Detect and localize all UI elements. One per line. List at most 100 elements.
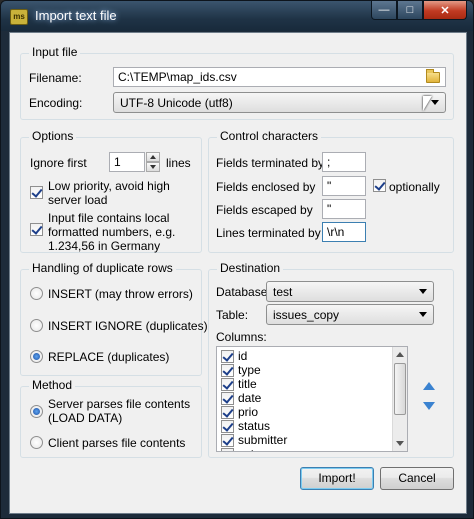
cancel-button[interactable]: Cancel bbox=[380, 467, 454, 490]
control-characters-legend: Control characters bbox=[217, 129, 322, 143]
fields-enclosed-label: Fields enclosed by bbox=[216, 180, 316, 194]
window-title: Import text file bbox=[35, 8, 117, 23]
maximize-button[interactable]: □ bbox=[397, 1, 423, 20]
ignore-first-label: Ignore first bbox=[30, 156, 87, 170]
insert-radio[interactable] bbox=[30, 287, 43, 300]
lines-label: lines bbox=[166, 156, 191, 170]
title-bar: ms Import text file — □ ✕ bbox=[1, 1, 473, 31]
list-item[interactable]: submitter bbox=[221, 433, 287, 447]
list-item[interactable]: type bbox=[221, 363, 261, 377]
list-item[interactable]: title bbox=[221, 377, 257, 391]
server-parses-radio[interactable] bbox=[30, 405, 43, 418]
column-checkbox[interactable] bbox=[221, 405, 234, 419]
local-numbers-checkbox[interactable] bbox=[30, 223, 43, 236]
lines-terminated-input[interactable]: \r\n bbox=[322, 222, 366, 242]
columns-list[interactable]: id type title date prio status submitter bbox=[216, 346, 408, 452]
column-label: date bbox=[238, 391, 262, 405]
folder-open-icon[interactable] bbox=[426, 69, 440, 83]
optionally-checkbox[interactable] bbox=[373, 179, 386, 192]
column-label: status bbox=[238, 419, 271, 433]
list-item[interactable]: prio bbox=[221, 405, 258, 419]
columns-label: Columns: bbox=[216, 330, 267, 344]
ignore-first-spinner[interactable] bbox=[146, 152, 160, 172]
client-parses-label: Client parses file contents bbox=[48, 436, 186, 450]
database-select[interactable]: test bbox=[266, 281, 434, 302]
input-file-group: Input file Filename: C:\TEMP\map_ids.csv… bbox=[20, 45, 454, 120]
filename-input[interactable]: C:\TEMP\map_ids.csv bbox=[113, 67, 446, 87]
list-item[interactable]: status bbox=[221, 419, 270, 433]
list-item[interactable]: id bbox=[221, 349, 247, 363]
encoding-label: Encoding: bbox=[29, 96, 83, 110]
spin-up-icon[interactable] bbox=[146, 152, 160, 162]
fields-terminated-label: Fields terminated by bbox=[216, 156, 325, 170]
options-group: Options Ignore first 1 lines Low priorit… bbox=[20, 129, 202, 253]
low-priority-checkbox[interactable] bbox=[30, 186, 43, 199]
server-parses-label-1: Server parses file contents bbox=[48, 397, 191, 411]
low-priority-label-2: server load bbox=[48, 193, 108, 207]
column-checkbox[interactable] bbox=[221, 433, 234, 447]
scroll-up-icon[interactable] bbox=[396, 352, 404, 357]
server-parses-label-2: (LOAD DATA) bbox=[48, 411, 123, 425]
insert-ignore-label: INSERT IGNORE (duplicates) bbox=[48, 319, 208, 333]
fields-terminated-input[interactable]: ; bbox=[322, 152, 366, 172]
optionally-label: optionally bbox=[389, 180, 440, 194]
options-legend: Options bbox=[29, 129, 77, 143]
columns-scrollbar[interactable] bbox=[392, 347, 407, 451]
mouse-cursor-icon bbox=[423, 96, 432, 111]
insert-ignore-radio[interactable] bbox=[30, 319, 43, 332]
table-value: issues_copy bbox=[273, 308, 340, 322]
destination-legend: Destination bbox=[217, 261, 284, 275]
ignore-first-input[interactable]: 1 bbox=[109, 152, 145, 172]
minimize-icon: — bbox=[378, 4, 390, 16]
list-item[interactable]: date bbox=[221, 391, 261, 405]
column-checkbox[interactable] bbox=[221, 363, 234, 377]
insert-label: INSERT (may throw errors) bbox=[48, 287, 193, 301]
scroll-down-icon[interactable] bbox=[396, 441, 404, 446]
column-checkbox[interactable] bbox=[221, 419, 234, 433]
import-button[interactable]: Import! bbox=[300, 467, 374, 490]
replace-label: REPLACE (duplicates) bbox=[48, 350, 170, 364]
column-label: type bbox=[238, 363, 261, 377]
spin-down-icon[interactable] bbox=[146, 162, 160, 172]
chevron-down-icon bbox=[419, 312, 427, 317]
move-down-icon[interactable] bbox=[423, 402, 435, 410]
chevron-down-icon bbox=[419, 289, 427, 294]
move-up-icon[interactable] bbox=[423, 382, 435, 390]
column-label: submitter bbox=[238, 433, 288, 447]
replace-radio[interactable] bbox=[30, 350, 43, 363]
duplicate-rows-group: Handling of duplicate rows INSERT (may t… bbox=[20, 261, 208, 376]
minimize-button[interactable]: — bbox=[371, 1, 397, 20]
filename-label: Filename: bbox=[29, 71, 82, 85]
method-legend: Method bbox=[29, 378, 76, 392]
table-label: Table: bbox=[216, 308, 249, 322]
scroll-thumb[interactable] bbox=[394, 363, 406, 415]
local-numbers-label-1: Input file contains local bbox=[48, 211, 170, 225]
client-parses-radio[interactable] bbox=[30, 436, 43, 449]
local-numbers-label-2: formatted numbers, e.g. bbox=[48, 225, 176, 239]
column-label: prio bbox=[238, 405, 259, 419]
duplicate-rows-legend: Handling of duplicate rows bbox=[29, 261, 176, 275]
column-label: title bbox=[238, 377, 257, 391]
control-characters-group: Control characters Fields terminated by … bbox=[208, 129, 454, 253]
list-item[interactable]: category bbox=[221, 447, 284, 451]
column-label: category bbox=[238, 447, 284, 451]
column-checkbox[interactable] bbox=[221, 349, 234, 363]
column-checkbox[interactable] bbox=[221, 447, 234, 451]
database-label: Database: bbox=[216, 285, 271, 299]
input-file-legend: Input file bbox=[29, 45, 81, 59]
app-icon: ms bbox=[10, 9, 28, 25]
dialog-body: Input file Filename: C:\TEMP\map_ids.csv… bbox=[9, 32, 467, 514]
encoding-select[interactable]: UTF-8 Unicode (utf8) bbox=[113, 92, 446, 113]
close-icon: ✕ bbox=[440, 4, 450, 17]
column-checkbox[interactable] bbox=[221, 377, 234, 391]
chevron-down-icon bbox=[431, 100, 439, 105]
fields-escaped-input[interactable]: " bbox=[322, 199, 366, 219]
import-dialog: ms Import text file — □ ✕ Input file Fil… bbox=[0, 0, 474, 519]
fields-enclosed-input[interactable]: " bbox=[322, 176, 366, 196]
column-label: id bbox=[238, 349, 248, 363]
maximize-icon: □ bbox=[406, 4, 414, 16]
table-select[interactable]: issues_copy bbox=[266, 304, 434, 325]
column-checkbox[interactable] bbox=[221, 391, 234, 405]
close-button[interactable]: ✕ bbox=[423, 1, 467, 20]
method-group: Method Server parses file contents (LOAD… bbox=[20, 378, 202, 458]
